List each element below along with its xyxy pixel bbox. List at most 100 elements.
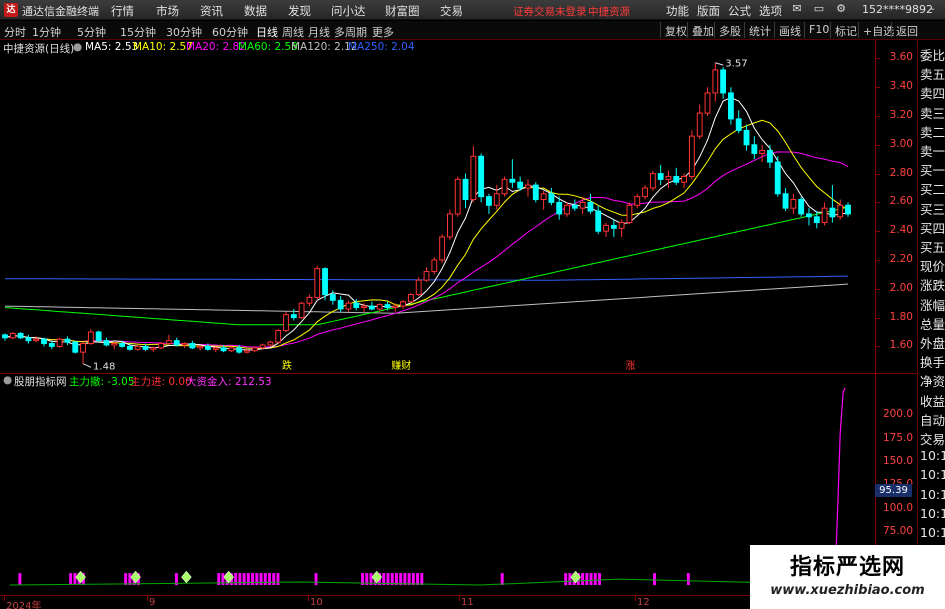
candle [33,336,40,343]
signal-label: 赚财 [391,359,411,372]
menu-function[interactable]: 功能 [666,3,689,19]
candle [603,222,609,237]
price-tick-label: 1.80 [889,310,913,323]
signal-label: 涨 [625,360,635,372]
gear-icon[interactable]: ⚙ [834,2,848,17]
menu-options[interactable]: 选项 [759,3,782,19]
candle [337,296,344,312]
candle [829,185,836,223]
ma250-value: MA250: 2.04 [348,41,415,53]
order-book-label: 买四 [920,220,945,236]
candle [2,333,8,341]
envelope-icon[interactable]: ✉ [790,2,804,17]
menu-formula[interactable]: 公式 [728,3,751,19]
period-more[interactable]: 更多 [372,24,394,40]
period-daily[interactable]: 日线 [256,24,278,40]
tool-multi-stock[interactable]: 多股 [714,22,745,38]
candle [41,337,47,347]
signal-bar [259,573,263,586]
indicator-tick-label: 175.0 [882,431,913,444]
date-tick-label: 12 [637,597,650,608]
menu-data[interactable]: 数据 [244,3,267,19]
menu-trade[interactable]: 交易 [440,3,463,19]
monitor-icon[interactable]: ▭ [812,2,826,17]
ma5-value: MA5: 2.53 [85,41,139,53]
price-tick-mark [876,58,880,60]
order-book-panel: 委比 卖五 卖四 卖三 卖二 卖一 买一 买二 买三 买四 买五 现价 涨跌 涨幅 总量 外盘 换手 净资 收益 自动… [917,40,945,605]
candle [298,301,305,320]
order-book-label: 10:10 [920,486,945,502]
signal-bar [686,573,690,586]
period-monthly[interactable]: 月线 [308,24,330,40]
ma10-value: MA10: 2.57 [133,41,193,53]
candle [595,205,602,235]
signal-bar [420,573,424,586]
period-toolbar: 分时 1分钟 5分钟 15分钟 30分钟 60分钟 日线 周线 月线 多周期 更… [0,21,945,40]
period-30min[interactable]: 30分钟 [166,24,202,40]
tool-f10[interactable]: F10 [804,22,833,38]
minimize-icon[interactable]: – [925,2,939,17]
candle [173,337,180,347]
period-weekly[interactable]: 周线 [282,24,304,40]
order-book-label: 外盘 [920,336,945,351]
menu-assistant[interactable]: 问小达 [331,3,366,19]
trade-login-warning[interactable]: 证券交易未登录 [513,4,587,19]
candle [345,300,352,312]
extreme-marker-line [715,62,724,66]
period-15min[interactable]: 15分钟 [120,24,156,40]
signal-bar [238,573,242,586]
signal-bar [585,573,589,586]
candle [72,340,79,354]
date-tick-mark [635,596,636,601]
indicator-tick-label: 200.0 [882,408,913,421]
period-60min[interactable]: 60分钟 [212,24,248,40]
candle [727,87,734,125]
menu-discover[interactable]: 发现 [288,3,311,19]
order-book-label: 买二 [920,182,945,198]
candle [275,329,282,344]
indicator-chart[interactable] [0,373,875,595]
signal-bar [128,573,132,586]
price-tick-mark [876,346,880,348]
candle [790,193,797,214]
candle [712,62,719,102]
order-book-label: 换手 [920,355,945,371]
period-5min[interactable]: 5分钟 [77,24,106,40]
candle [657,164,664,186]
price-tick-mark [876,231,880,233]
period-1min[interactable]: 1分钟 [32,24,61,40]
period-intraday[interactable]: 分时 [4,24,26,40]
menu-market[interactable]: 市场 [156,3,179,19]
settings-icon[interactable]: ● [73,41,82,53]
signal-bar [69,573,73,586]
candle [181,342,188,348]
candle [454,176,461,217]
candlestick-chart[interactable]: 3.57 1.48 跌 赚财 涨 [0,40,875,373]
candle [642,185,648,200]
indicator-settings-icon[interactable]: ● [3,374,12,386]
order-book-label: 10:10 [920,505,945,521]
tool-statistics[interactable]: 统计 [744,22,775,38]
signal-bar [272,573,276,586]
watermark-title: 指标严选网 [789,555,905,580]
signal-bar [416,573,420,586]
menu-wealth-circle[interactable]: 财富圈 [385,3,420,19]
tool-draw-line[interactable]: 画线 [774,22,805,38]
period-multi[interactable]: 多周期 [334,24,367,40]
price-tick-mark [876,87,880,89]
ma20-line [4,151,849,348]
candle [462,173,469,209]
menu-market-quotes[interactable]: 行情 [111,3,134,19]
candle [548,188,555,206]
user-account[interactable]: 152****9892 [862,3,933,16]
menu-news[interactable]: 资讯 [200,3,223,19]
candle [821,202,828,226]
price-tick-mark [876,173,880,175]
menu-layout[interactable]: 版面 [697,3,720,19]
tool-mark[interactable]: 标记 [830,22,861,38]
back-button[interactable]: 返回 [891,22,922,38]
price-tick-mark [876,288,880,290]
candle [525,179,531,197]
candle [782,188,789,212]
watermark: 指标严选网 www.xuezhibiao.com [750,545,945,609]
